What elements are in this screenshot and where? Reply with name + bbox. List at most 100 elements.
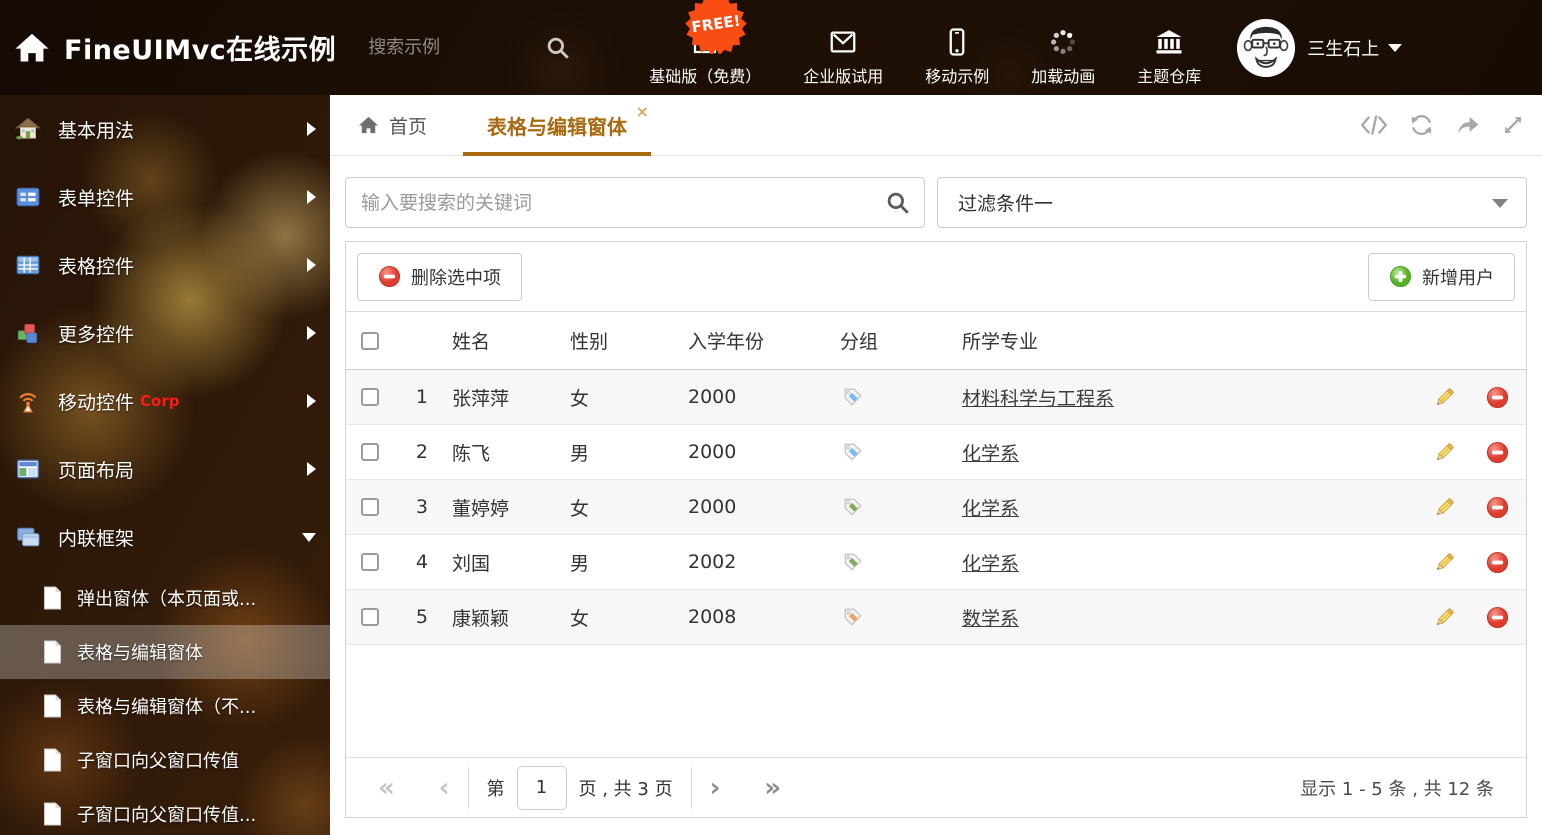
sidebar-item-more[interactable]: 更多控件 [0, 299, 330, 367]
sidebar-subitem-label: 弹出窗体（本页面或... [77, 585, 256, 611]
major-link[interactable]: 化学系 [962, 553, 1019, 575]
table-row: 5 康颖颖 女 2008 数学系 [346, 590, 1526, 645]
code-icon[interactable] [1359, 112, 1389, 138]
header-nav-themes[interactable]: 主题仓库 [1137, 9, 1201, 87]
tab-bar: 首页 表格与编辑窗体 × [330, 95, 1542, 156]
major-link[interactable]: 材料科学与工程系 [962, 388, 1114, 410]
sidebar-item-basic[interactable]: 基本用法 [0, 95, 330, 163]
nav-label: 加载动画 [1031, 63, 1095, 87]
header-nav-mobile-demo[interactable]: 移动示例 [925, 9, 989, 87]
cell-year: 2000 [674, 386, 826, 408]
header-nav-enterprise[interactable]: 企业版试用 [803, 9, 883, 87]
delete-row-button[interactable] [1468, 386, 1526, 409]
sidebar-item-iframe[interactable]: 内联框架 [0, 503, 330, 571]
sidebar-subitem-iframe-3[interactable]: 子窗口向父窗口传值 [0, 733, 330, 787]
page-number-input[interactable] [517, 766, 567, 810]
tab-home[interactable]: 首页 [345, 95, 439, 155]
edit-row-button[interactable] [1420, 551, 1468, 574]
sidebar-item-layout[interactable]: 页面布局 [0, 435, 330, 503]
pencil-icon [1433, 606, 1456, 629]
tab-active-label: 表格与编辑窗体 [487, 111, 627, 140]
tab-toolbar [1359, 95, 1542, 155]
next-page-button[interactable]: › [710, 775, 721, 801]
mobile-icon [942, 27, 972, 57]
search-icon[interactable] [885, 190, 911, 216]
home-icon[interactable] [14, 30, 50, 66]
main-panel: 首页 表格与编辑窗体 × 过滤条件一 [330, 95, 1542, 835]
page-icon [42, 640, 63, 664]
filter-dropdown[interactable]: 过滤条件一 [937, 177, 1527, 228]
row-checkbox[interactable] [361, 388, 379, 406]
filter-row: 过滤条件一 [345, 177, 1527, 228]
row-checkbox[interactable] [361, 553, 379, 571]
page: FineUIMvc在线示例 FREE! 基础版（免费） 企业版试用 移动示例 加… [0, 0, 1542, 835]
home-icon [15, 116, 41, 142]
row-checkbox[interactable] [361, 443, 379, 461]
pagination-bar: « ‹ 第 页 , 共 3 页 › » 显示 1 - 5 条 , 共 12 条 [346, 757, 1526, 817]
signal-icon [15, 388, 41, 414]
edit-row-button[interactable] [1420, 496, 1468, 519]
delete-row-button[interactable] [1468, 496, 1526, 519]
major-link[interactable]: 化学系 [962, 498, 1019, 520]
close-icon[interactable]: × [636, 104, 649, 120]
sidebar-item-mobile[interactable]: 移动控件Corp [0, 367, 330, 435]
page-icon [42, 802, 63, 826]
major-link[interactable]: 化学系 [962, 443, 1019, 465]
last-page-button[interactable]: » [764, 775, 781, 801]
pencil-icon [1433, 496, 1456, 519]
header-nav-loading[interactable]: 加载动画 [1031, 9, 1095, 87]
delete-selected-button[interactable]: 删除选中项 [357, 253, 522, 301]
sidebar-subitem-iframe-0[interactable]: 弹出窗体（本页面或... [0, 571, 330, 625]
add-user-button[interactable]: 新增用户 [1368, 253, 1515, 301]
corp-badge: Corp [140, 392, 179, 410]
cell-year: 2008 [674, 606, 826, 628]
free-badge: FREE! [683, 0, 749, 54]
cell-gender: 男 [556, 549, 674, 576]
edit-row-button[interactable] [1420, 386, 1468, 409]
sidebar-item-label: 表格控件 [58, 252, 134, 279]
search-icon[interactable] [545, 35, 571, 61]
select-all-checkbox[interactable] [361, 332, 379, 350]
delete-row-button[interactable] [1468, 441, 1526, 464]
sidebar-subitem-iframe-1[interactable]: 表格与编辑窗体 [0, 625, 330, 679]
row-checkbox[interactable] [361, 608, 379, 626]
user-menu[interactable]: 三生石上 [1237, 19, 1402, 77]
sidebar-subitem-iframe-2[interactable]: 表格与编辑窗体（不... [0, 679, 330, 733]
expand-icon[interactable] [1500, 112, 1526, 138]
delete-row-button[interactable] [1468, 551, 1526, 574]
header-search-input[interactable] [368, 37, 523, 58]
tab-grid-edit-window[interactable]: 表格与编辑窗体 × [463, 95, 651, 155]
cell-gender: 女 [556, 604, 674, 631]
sidebar-subitem-label: 子窗口向父窗口传值... [77, 801, 256, 827]
sidebar-item-grid[interactable]: 表格控件 [0, 231, 330, 299]
delete-row-button[interactable] [1468, 606, 1526, 629]
edit-row-button[interactable] [1420, 441, 1468, 464]
form-icon [15, 184, 41, 210]
cubes-icon [15, 320, 41, 346]
cell-name: 刘国 [438, 549, 556, 576]
filter-dropdown-value: 过滤条件一 [958, 189, 1053, 216]
share-icon[interactable] [1454, 112, 1481, 138]
prev-page-button[interactable]: ‹ [439, 775, 450, 801]
chevron-down-icon [302, 533, 316, 542]
edit-row-button[interactable] [1420, 606, 1468, 629]
sidebar-item-label: 基本用法 [58, 116, 134, 143]
keyword-search-input[interactable] [345, 177, 925, 228]
table-row: 2 陈飞 男 2000 化学系 [346, 425, 1526, 480]
major-link[interactable]: 数学系 [962, 608, 1019, 630]
table-row: 1 张萍萍 女 2000 材料科学与工程系 [346, 370, 1526, 425]
first-page-button[interactable]: « [378, 775, 395, 801]
sidebar-subitem-iframe-4[interactable]: 子窗口向父窗口传值... [0, 787, 330, 835]
chevron-right-icon [307, 394, 316, 408]
row-checkbox[interactable] [361, 498, 379, 516]
table-empty-area [346, 645, 1526, 757]
col-group: 分组 [826, 327, 948, 354]
nav-label: 主题仓库 [1137, 63, 1201, 87]
sidebar-item-form[interactable]: 表单控件 [0, 163, 330, 231]
refresh-icon[interactable] [1408, 112, 1435, 138]
chevron-down-icon [1388, 44, 1402, 52]
row-index: 2 [394, 441, 438, 463]
chevron-right-icon [307, 326, 316, 340]
nav-label: 移动示例 [925, 63, 989, 87]
avatar[interactable] [1237, 19, 1295, 77]
